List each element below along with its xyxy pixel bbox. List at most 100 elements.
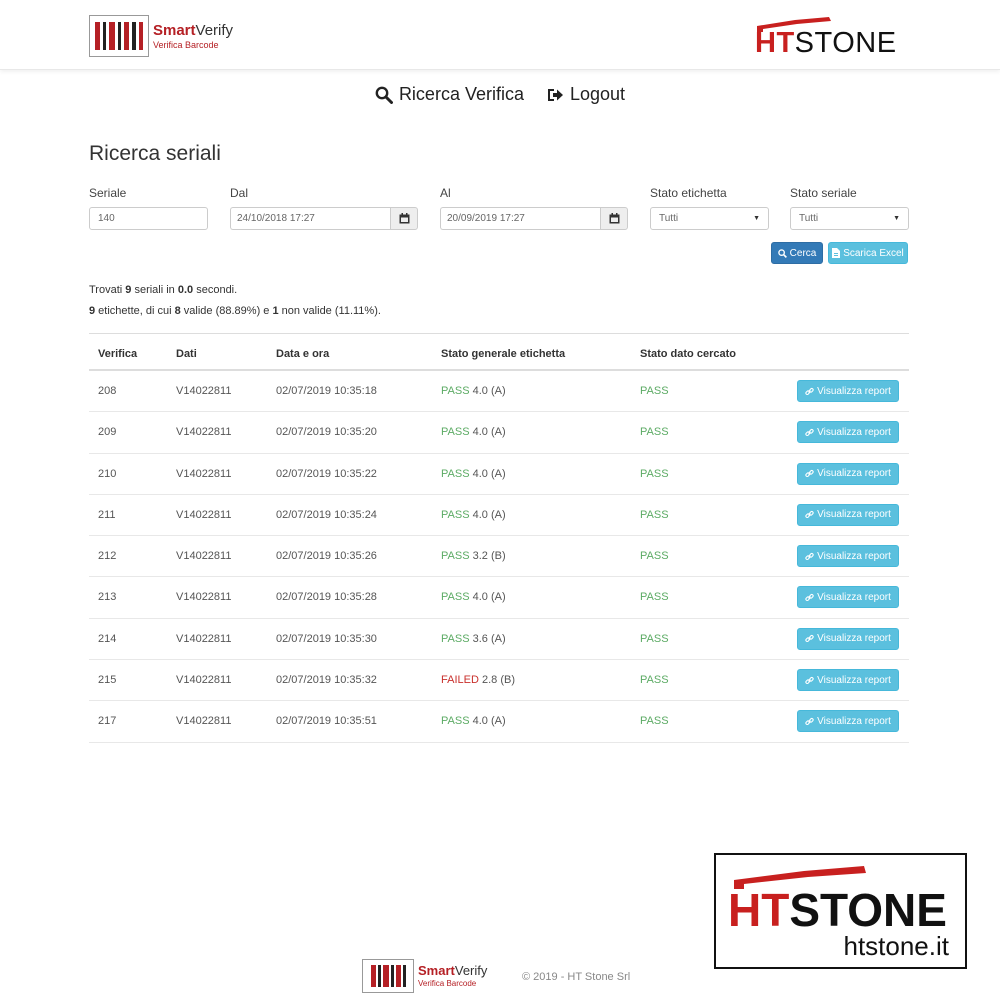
al-input[interactable]: 20/09/2019 17:27	[440, 207, 600, 230]
cerca-label: Cerca	[789, 247, 817, 259]
stato-seriale-value: Tutti	[799, 213, 819, 224]
footer-app-subtitle: Verifica Barcode	[418, 979, 477, 988]
link-icon	[805, 635, 814, 643]
cell-stato-generale: PASS 3.6 (A)	[441, 633, 506, 645]
htstone-logo: HTSTONE	[753, 16, 898, 60]
visualizza-report-button[interactable]: Visualizza report	[797, 627, 899, 650]
cell-verifica: 210	[98, 467, 117, 480]
cerca-button[interactable]: Cerca	[771, 242, 823, 264]
header-verifica: Verifica	[98, 348, 138, 360]
status-text: PASS	[441, 426, 470, 439]
table-row: 215 V14022811 02/07/2019 10:35:32 FAILED 2.…	[89, 660, 909, 702]
visualizza-report-button[interactable]: Visualizza report	[797, 710, 899, 733]
scarica-excel-button[interactable]: Scarica Excel	[828, 242, 908, 264]
cell-dati: V14022811	[176, 385, 232, 397]
visualizza-report-button[interactable]: Visualizza report	[797, 462, 899, 485]
calendar-icon	[399, 213, 409, 224]
visualizza-report-button[interactable]: Visualizza report	[797, 545, 899, 568]
report-label: Visualizza report	[817, 385, 891, 397]
smartverify-logo[interactable]: SmartVerify Verifica Barcode	[89, 15, 233, 57]
grade-text: 2.8 (B)	[481, 674, 515, 687]
report-label: Visualizza report	[817, 633, 891, 645]
report-label: Visualizza report	[817, 591, 891, 603]
logout-icon	[547, 88, 563, 101]
nav-ricerca-verifica[interactable]: Ricerca Verifica	[375, 84, 524, 105]
cell-stato-generale: FAILED 2.8 (B)	[441, 674, 515, 686]
cell-stato-dato: PASS	[640, 674, 669, 687]
cell-data-ora: 02/07/2019 10:35:28	[276, 591, 377, 604]
status-text: PASS	[441, 715, 470, 728]
excel-label: Scarica Excel	[843, 247, 904, 259]
link-icon	[805, 387, 814, 395]
report-label: Visualizza report	[817, 509, 891, 521]
cell-data-ora: 02/07/2019 10:35:51	[276, 715, 377, 728]
stato-etichetta-select[interactable]: Tutti ▼	[650, 207, 769, 230]
status-text: PASS	[441, 591, 470, 604]
dal-date-field[interactable]: 24/10/2018 17:27	[230, 207, 418, 230]
status-text: PASS	[441, 632, 470, 645]
seriale-input[interactable]: 140	[89, 207, 208, 230]
cell-verifica: 209	[98, 426, 117, 439]
al-date-field[interactable]: 20/09/2019 17:27	[440, 207, 628, 230]
header-data-ora: Data e ora	[276, 348, 330, 360]
grade-text: 4.0 (A)	[472, 715, 506, 728]
table-row: 211 V14022811 02/07/2019 10:35:24 PASS 4.0 …	[89, 495, 909, 537]
main-nav: Ricerca Verifica Logout	[0, 84, 1000, 105]
visualizza-report-button[interactable]: Visualizza report	[797, 586, 899, 609]
link-icon	[805, 552, 814, 560]
table-row: 208 V14022811 02/07/2019 10:35:18 PASS 4.0 …	[89, 371, 909, 413]
grade-text: 4.0 (A)	[472, 591, 506, 604]
header-stato-generale: Stato generale etichetta	[441, 348, 566, 360]
search-icon	[777, 248, 787, 258]
cell-dati: V14022811	[176, 674, 232, 687]
cell-data-ora: 02/07/2019 10:35:20	[276, 426, 377, 439]
link-icon	[805, 511, 814, 519]
cell-data-ora: 02/07/2019 10:35:32	[276, 674, 377, 687]
nav-logout-label: Logout	[569, 84, 626, 104]
stato-seriale-select[interactable]: Tutti ▼	[790, 207, 909, 230]
grade-text: 3.2 (B)	[472, 550, 506, 563]
cell-verifica: 211	[98, 508, 116, 521]
cell-stato-generale: PASS 4.0 (A)	[441, 509, 506, 521]
stato-etichetta-value: Tutti	[659, 213, 679, 224]
nav-logout[interactable]: Logout	[546, 84, 625, 105]
report-label: Visualizza report	[817, 715, 891, 727]
table-row: 210 V14022811 02/07/2019 10:35:22 PASS 4.0 …	[89, 454, 909, 495]
cell-stato-generale: PASS 4.0 (A)	[441, 385, 506, 397]
header-stato-dato: Stato dato cercato	[640, 348, 736, 360]
cell-verifica: 217	[98, 715, 117, 728]
report-label: Visualizza report	[817, 468, 891, 480]
visualizza-report-button[interactable]: Visualizza report	[797, 380, 899, 402]
cell-data-ora: 02/07/2019 10:35:18	[276, 385, 377, 397]
cell-dati: V14022811	[176, 467, 232, 480]
link-icon	[805, 676, 814, 684]
stato-seriale-label: Stato seriale	[790, 186, 857, 200]
visualizza-report-button[interactable]: Visualizza report	[797, 503, 899, 526]
table-row: 209 V14022811 02/07/2019 10:35:20 PASS 4.0 …	[89, 412, 909, 454]
chevron-down-icon: ▼	[893, 215, 900, 222]
al-calendar-button[interactable]	[600, 207, 628, 230]
report-label: Visualizza report	[817, 426, 891, 438]
cell-verifica: 214	[98, 632, 117, 645]
visualizza-report-button[interactable]: Visualizza report	[797, 669, 899, 692]
cell-dati: V14022811	[176, 632, 232, 645]
copyright-text: © 2019 - HT Stone Srl	[522, 971, 631, 983]
link-icon	[805, 428, 814, 436]
header-dati: Dati	[176, 348, 197, 360]
cell-dati: V14022811	[176, 426, 232, 439]
table-header: Verifica Dati Data e ora Stato generale …	[89, 333, 909, 371]
watermark-brand: HTSTONE	[728, 884, 947, 936]
file-icon	[832, 248, 841, 258]
page-title: Ricerca seriali	[89, 142, 221, 165]
cell-stato-dato: PASS	[640, 550, 669, 563]
grade-text: 3.6 (A)	[472, 632, 506, 645]
dal-calendar-button[interactable]	[390, 207, 418, 230]
al-label: Al	[440, 186, 451, 200]
cell-dati: V14022811	[176, 715, 232, 728]
dal-input[interactable]: 24/10/2018 17:27	[230, 207, 390, 230]
grade-text: 4.0 (A)	[472, 508, 506, 521]
chevron-down-icon: ▼	[753, 215, 760, 222]
status-text: PASS	[441, 550, 470, 563]
visualizza-report-button[interactable]: Visualizza report	[797, 421, 899, 444]
table-body: 208 V14022811 02/07/2019 10:35:18 PASS 4.0 …	[89, 371, 909, 743]
